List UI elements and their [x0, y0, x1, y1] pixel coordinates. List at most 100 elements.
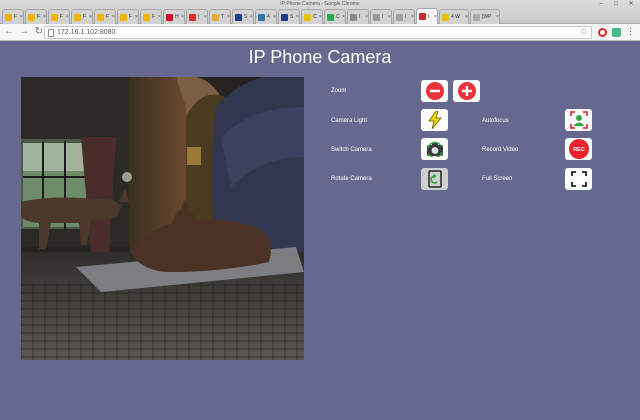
autofocus-icon — [569, 111, 588, 129]
tab-close-icon[interactable]: × — [319, 14, 322, 20]
tab-title: F — [83, 14, 87, 20]
window-title: IP Phone Camera - Google Chrome — [280, 1, 360, 7]
tab-title: C — [336, 14, 340, 20]
tab-title: H — [175, 14, 179, 20]
tab-title: I — [405, 14, 407, 20]
tab-favicon-icon — [304, 13, 311, 21]
browser-tab[interactable]: I × — [370, 9, 392, 24]
tab-favicon-icon — [5, 13, 12, 21]
tab-close-icon[interactable]: × — [43, 14, 46, 20]
browser-tab[interactable]: I × — [393, 9, 415, 24]
forward-icon[interactable]: → — [18, 26, 30, 38]
browser-tab[interactable]: [WP × — [470, 9, 500, 24]
switch-camera-icon — [426, 141, 443, 157]
tab-favicon-icon — [473, 13, 480, 21]
browser-tab[interactable]: (× — [186, 9, 208, 24]
browser-tab[interactable]: H × — [163, 9, 185, 24]
maximize-icon[interactable]: □ — [610, 1, 622, 8]
tab-close-icon[interactable]: × — [227, 14, 230, 20]
browser-tab[interactable]: S × — [232, 9, 254, 24]
record-video-button[interactable]: REC — [565, 138, 592, 160]
record-video-label: Record Video — [482, 147, 519, 153]
browser-tab[interactable]: C × — [301, 9, 323, 24]
tab-close-icon[interactable]: × — [465, 14, 468, 20]
zoom-label: Zoom — [331, 88, 347, 94]
tab-strip: F × F × F × F × F × F × F × H ×(× T × S × 4 × S × C × C × I × I × I × I × 4 … — [2, 8, 501, 24]
rotate-camera-button[interactable] — [421, 168, 448, 190]
tab-close-icon[interactable]: × — [20, 14, 23, 20]
tab-close-icon[interactable]: × — [342, 14, 345, 20]
tab-close-icon[interactable]: × — [66, 14, 69, 20]
tab-close-icon[interactable]: × — [296, 14, 299, 20]
plus-circle-icon — [457, 82, 476, 100]
switch-camera-button[interactable] — [421, 138, 448, 160]
zoom-in-button[interactable] — [453, 80, 480, 102]
page-info-icon[interactable] — [48, 29, 54, 37]
tab-title: T — [221, 14, 225, 20]
bookmark-star-icon[interactable]: ☆ — [580, 26, 588, 37]
tab-close-icon[interactable]: × — [135, 14, 138, 20]
lightning-icon — [427, 111, 442, 129]
browser-tab[interactable]: F × — [48, 9, 70, 24]
browser-tab[interactable]: I × — [416, 8, 438, 24]
browser-tab[interactable]: 4 × — [255, 9, 277, 24]
tab-favicon-icon — [396, 13, 403, 21]
tab-favicon-icon — [166, 13, 173, 21]
zoom-out-button[interactable] — [421, 80, 448, 102]
tab-favicon-icon — [28, 13, 35, 21]
autofocus-label: Autofocus — [482, 118, 509, 124]
tab-title: ( — [198, 14, 200, 20]
tab-close-icon[interactable]: × — [496, 14, 499, 20]
browser-tab[interactable]: F × — [117, 9, 139, 24]
tab-title: S — [244, 14, 248, 20]
browser-tab[interactable]: F × — [71, 9, 93, 24]
page-title: IP Phone Camera — [248, 47, 392, 67]
tab-close-icon[interactable]: × — [204, 14, 207, 20]
tab-close-icon[interactable]: × — [89, 14, 92, 20]
tab-close-icon[interactable]: × — [158, 14, 161, 20]
rec-badge-text: REC — [573, 147, 585, 153]
tab-close-icon[interactable]: × — [388, 14, 391, 20]
tab-close-icon[interactable]: × — [273, 14, 276, 20]
rotate-camera-label: Rotate Camera — [331, 176, 372, 182]
tab-close-icon[interactable]: × — [411, 14, 414, 20]
tab-title: S — [290, 14, 294, 20]
browser-tab[interactable]: T × — [209, 9, 231, 24]
browser-tab[interactable]: I × — [347, 9, 369, 24]
extension-icon[interactable] — [612, 28, 621, 37]
browser-menu-icon[interactable]: ⋮ — [626, 26, 635, 37]
tab-title: [WP — [482, 14, 492, 20]
minimize-icon[interactable]: – — [595, 1, 607, 8]
window-titlebar: IP Phone Camera - Google Chrome F × F × F × F ×… — [0, 0, 640, 24]
autofocus-button[interactable] — [565, 109, 592, 131]
tab-close-icon[interactable]: × — [434, 14, 437, 20]
record-icon: REC — [568, 139, 589, 159]
tab-favicon-icon — [189, 13, 196, 21]
tab-favicon-icon — [419, 13, 426, 20]
browser-tab[interactable]: S × — [278, 9, 300, 24]
close-icon[interactable]: ✕ — [625, 1, 637, 8]
tab-close-icon[interactable]: × — [365, 14, 368, 20]
tab-title: F — [152, 14, 156, 20]
tab-title: I — [428, 13, 430, 20]
camera-feed — [21, 77, 304, 360]
tab-close-icon[interactable]: × — [250, 14, 253, 20]
full-screen-label: Full Screen — [482, 176, 513, 182]
tab-close-icon[interactable]: × — [112, 14, 115, 20]
back-icon[interactable]: ← — [3, 26, 15, 38]
tab-title: F — [60, 14, 64, 20]
camera-light-button[interactable] — [421, 109, 448, 131]
browser-tab[interactable]: 4 W × — [439, 9, 469, 24]
full-screen-button[interactable] — [565, 168, 592, 190]
tab-favicon-icon — [258, 13, 265, 21]
opera-extension-icon[interactable] — [598, 28, 607, 37]
browser-tab[interactable]: F × — [94, 9, 116, 24]
tab-favicon-icon — [120, 13, 127, 21]
browser-tab[interactable]: F × — [140, 9, 162, 24]
browser-tab[interactable]: F × — [25, 9, 47, 24]
tab-close-icon[interactable]: × — [181, 14, 184, 20]
browser-tab[interactable]: F × — [2, 9, 24, 24]
browser-tab[interactable]: C × — [324, 9, 346, 24]
switch-camera-label: Switch Camera — [331, 147, 372, 153]
address-bar[interactable]: 172.16.1.102:8080 ☆ — [44, 26, 592, 39]
